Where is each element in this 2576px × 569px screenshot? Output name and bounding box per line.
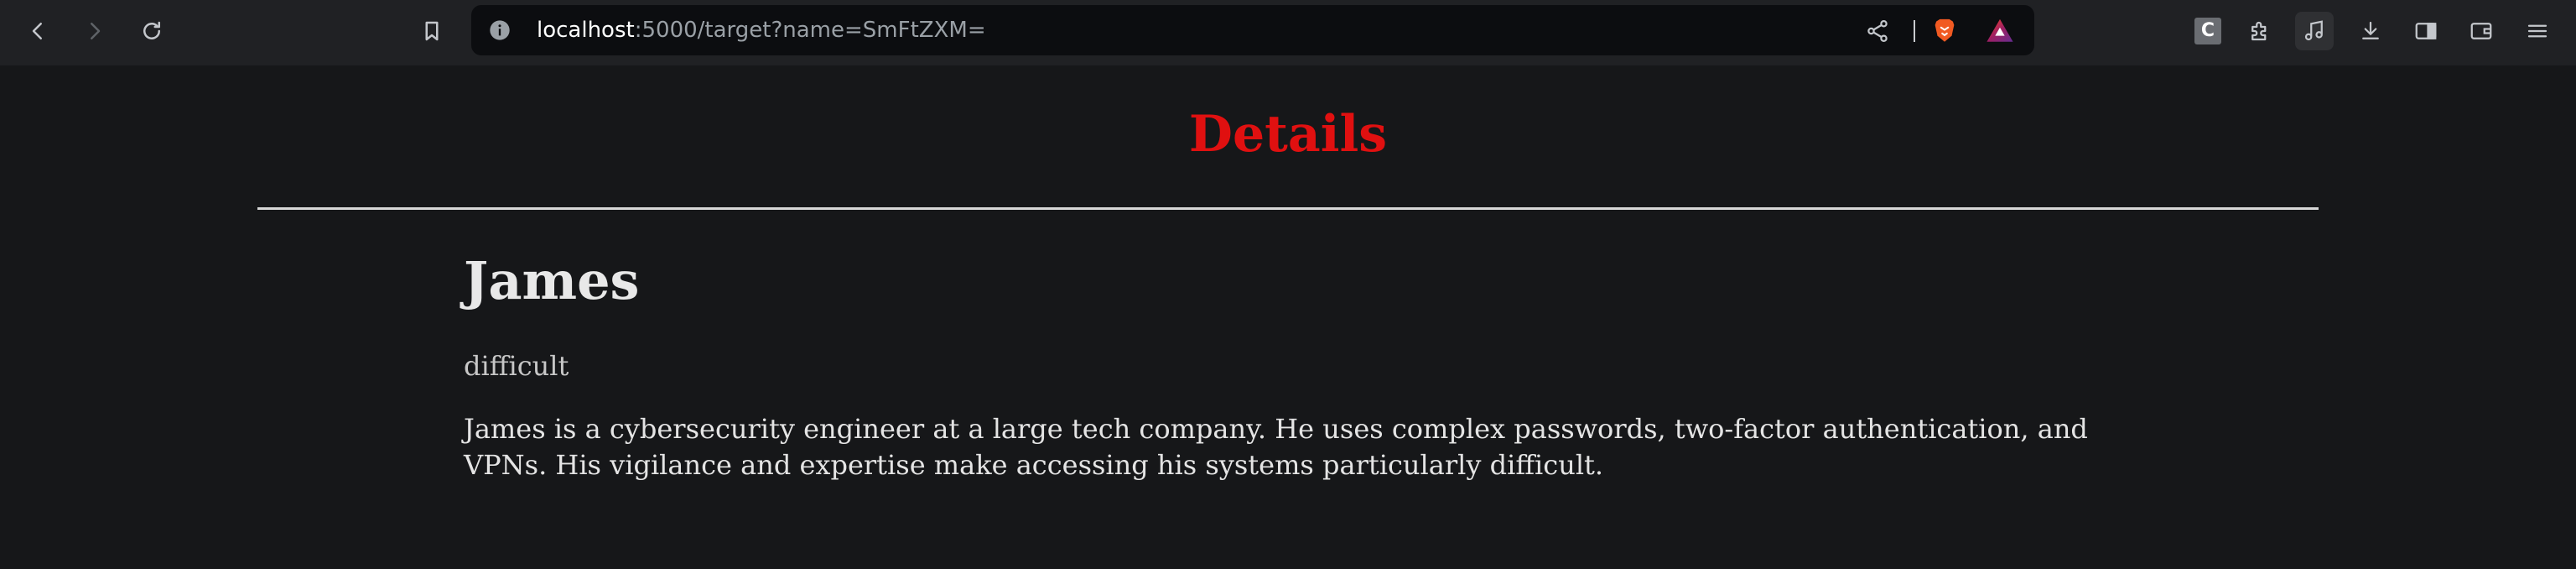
music-note-icon [2304,20,2323,41]
url-path: :5000/target?name=SmFtZXM= [634,18,986,43]
bookmark-icon [425,21,439,41]
rewards-triangle-icon [1987,18,2013,42]
share-icon [1867,20,1888,42]
target-name: James [464,250,640,311]
bookmark-button[interactable] [413,12,451,50]
reload-button[interactable] [132,12,171,50]
wallet-button[interactable] [2462,12,2501,50]
puzzle-icon [2251,21,2267,41]
hamburger-menu-icon [2527,24,2547,38]
downloads-button[interactable] [2351,12,2390,50]
wallet-icon [2470,23,2492,39]
download-icon [2362,21,2379,39]
media-button[interactable] [2295,12,2334,50]
share-button[interactable] [1863,17,1892,45]
brave-rewards-button[interactable] [1986,17,2014,45]
address-bar[interactable]: localhost:5000/target?name=SmFtZXM= [471,5,2034,55]
page-heading: Details [1188,105,1388,164]
sidebar-button[interactable] [2407,12,2445,50]
horizontal-divider [257,207,2319,210]
brave-lion-icon [1935,18,1955,42]
url-separator [1914,20,1915,42]
forward-button[interactable] [75,12,114,50]
target-description: James is a cybersecurity engineer at a l… [464,413,2088,481]
sidebar-icon [2415,23,2437,39]
extension-c-button[interactable]: C [2189,12,2227,50]
extensions-button[interactable] [2241,12,2279,50]
main-menu-button[interactable] [2518,12,2557,50]
chevron-left-icon [32,23,42,39]
extension-c-badge: C [2194,18,2221,44]
back-button[interactable] [18,12,57,50]
brave-shields-button[interactable] [1930,17,1959,45]
info-icon[interactable] [488,18,512,42]
target-details: James difficult James is a cybersecurity… [464,243,2141,483]
url-host: localhost [537,18,635,43]
reload-icon [143,21,160,39]
chevron-right-icon [91,23,101,39]
difficulty-label: difficult [464,350,569,382]
browser-toolbar: localhost:5000/target?name=SmFtZXM= C [0,0,2576,65]
url-text[interactable]: localhost:5000/target?name=SmFtZXM= [537,5,986,55]
